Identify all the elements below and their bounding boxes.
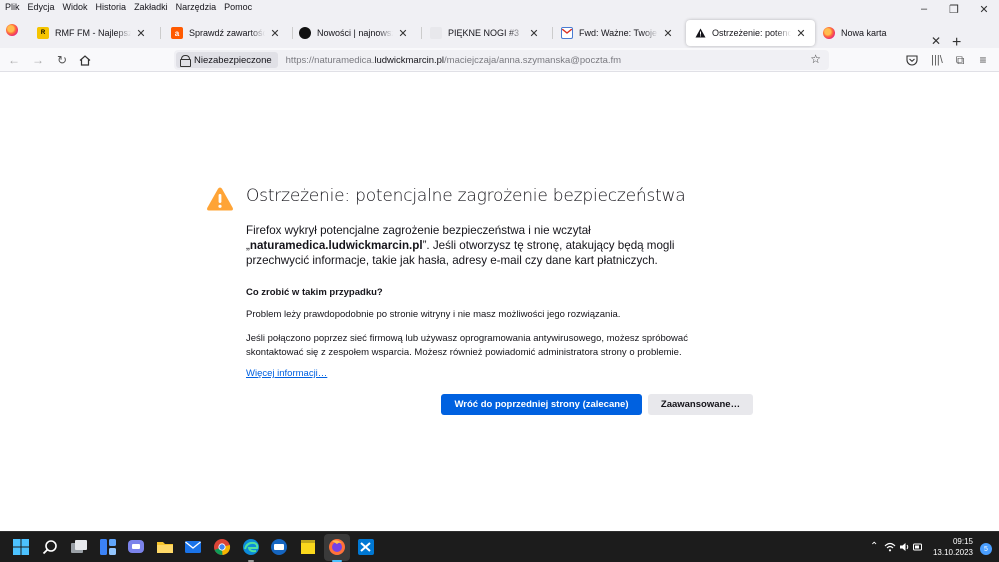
tab-strip: R RMF FM - Najlepsza muzyka ✕ a Sprawdź …: [0, 14, 999, 51]
security-label: Niezabezpieczone: [194, 54, 272, 66]
close-tab-icon[interactable]: ✕: [135, 27, 147, 40]
wifi-icon[interactable]: [884, 542, 896, 552]
chrome-icon[interactable]: [213, 538, 231, 556]
url-bar[interactable]: Niezabezpieczone https://naturamedica.lu…: [174, 50, 829, 70]
notification-badge[interactable]: 5: [980, 543, 992, 555]
forward-arrow-icon[interactable]: →: [29, 51, 47, 69]
clock-date: 13.10.2023: [932, 548, 973, 557]
windows-start-icon[interactable]: [12, 538, 30, 556]
sticky-notes-icon[interactable]: [299, 538, 317, 556]
lock-icon: [180, 55, 191, 67]
widgets-icon[interactable]: [99, 538, 117, 556]
tab-title: Sprawdź zawartość Twojego: [189, 28, 265, 38]
home-icon[interactable]: [76, 51, 94, 69]
tab-allegro[interactable]: a Sprawdź zawartość Twojego ✕: [163, 20, 289, 46]
error-page: Ostrzeżenie: potencjalne zagrożenie bezp…: [0, 73, 999, 531]
terminal-app-icon[interactable]: [357, 538, 375, 556]
tab-title: RMF FM - Najlepsza muzyka: [55, 28, 131, 38]
close-tab-icon[interactable]: ✕: [662, 27, 674, 40]
navigation-bar: ← → ↻ Niezabezpieczone https://naturamed…: [0, 48, 999, 72]
warning-triangle-icon: [207, 187, 233, 211]
tab-title: PIĘKNE NOGI #3: [448, 28, 520, 38]
task-view-icon[interactable]: [70, 538, 88, 556]
search-icon[interactable]: [41, 538, 59, 556]
intro-text: Firefox wykrył potencjalne zagrożenie be…: [246, 224, 591, 237]
menu-help[interactable]: Pomoc: [220, 2, 256, 12]
shop-favicon: [299, 27, 311, 39]
menu-view[interactable]: Widok: [59, 2, 92, 12]
mail-favicon: [561, 27, 573, 39]
intro-paragraph: Firefox wykrył potencjalne zagrożenie be…: [246, 223, 736, 268]
tab-new[interactable]: Nowa karta: [815, 20, 925, 46]
battery-icon[interactable]: [913, 542, 923, 552]
menu-bar: Plik Edycja Widok Historia Zakładki Narz…: [0, 0, 999, 14]
hamburger-menu-icon[interactable]: ≡: [974, 51, 992, 69]
menu-history[interactable]: Historia: [92, 2, 131, 12]
tab-title: Fwd: Ważne: Twoje Zawiadomienie: [579, 28, 658, 38]
page-favicon: [430, 27, 442, 39]
tab-rmf[interactable]: R RMF FM - Najlepsza muzyka ✕: [29, 20, 155, 46]
menu-bookmarks[interactable]: Zakładki: [130, 2, 172, 12]
list-all-tabs-icon[interactable]: ✕: [931, 34, 941, 48]
chevron-up-icon[interactable]: ⌃: [870, 541, 878, 552]
extensions-icon[interactable]: ⧉: [951, 51, 969, 69]
rmf-favicon: R: [37, 27, 49, 39]
learn-more-link[interactable]: Więcej informacji…: [246, 368, 327, 379]
pocket-icon[interactable]: [903, 51, 921, 69]
reload-icon[interactable]: ↻: [53, 51, 71, 69]
close-tab-icon[interactable]: ✕: [397, 27, 409, 40]
close-tab-icon[interactable]: ✕: [269, 27, 281, 40]
tab-title: Ostrzeżenie: potencjalne zagrożenie: [712, 28, 791, 38]
remote-desktop-icon[interactable]: [270, 538, 288, 556]
firefox-view-icon[interactable]: [6, 24, 18, 36]
taskbar: ⌃ 09:15 13.10.2023 5: [0, 531, 999, 562]
allegro-favicon: a: [171, 27, 183, 39]
url-domain: ludwickmarcin.pl: [374, 54, 445, 66]
tab-shop[interactable]: Nowości | najnowsze bielizna ✕: [291, 20, 417, 46]
tab-mail[interactable]: Fwd: Ważne: Twoje Zawiadomienie ✕: [553, 20, 682, 46]
volume-icon[interactable]: [899, 542, 910, 552]
firefox-taskbar-icon[interactable]: [328, 538, 346, 556]
menu-tools[interactable]: Narzędzia: [172, 2, 221, 12]
url-prefix: https://naturamedica.: [285, 54, 375, 66]
edge-icon[interactable]: [242, 538, 260, 556]
what-to-do-heading: Co zrobić w takim przypadku?: [246, 287, 383, 298]
back-arrow-icon[interactable]: ←: [5, 51, 23, 69]
go-back-button[interactable]: Wróć do poprzedniej strony (zalecane): [441, 394, 642, 415]
advice-paragraph: Jeśli połączono poprzez sieć firmową lub…: [246, 333, 688, 358]
menu-edit[interactable]: Edycja: [24, 2, 59, 12]
advanced-button[interactable]: Zaawansowane…: [648, 394, 753, 415]
system-clock[interactable]: 09:15 13.10.2023: [933, 536, 973, 558]
mail-icon[interactable]: [184, 538, 202, 556]
security-indicator[interactable]: Niezabezpieczone: [176, 52, 278, 68]
page-title: Ostrzeżenie: potencjalne zagrożenie bezp…: [246, 186, 686, 206]
menu-file[interactable]: Plik: [0, 2, 24, 12]
tab-title: Nowości | najnowsze bielizna: [317, 28, 393, 38]
tab-title: Nowa karta: [841, 28, 887, 38]
url-path: /maciejczaja/anna.szymanska@poczta.fm: [444, 54, 622, 66]
teams-chat-icon[interactable]: [127, 538, 145, 556]
file-explorer-icon[interactable]: [156, 538, 174, 556]
bookmark-star-icon[interactable]: ☆: [810, 52, 821, 66]
tab-page[interactable]: PIĘKNE NOGI #3 ✕: [422, 20, 548, 46]
close-tab-icon[interactable]: ✕: [795, 27, 807, 40]
blocked-domain: naturamedica.ludwickmarcin.pl: [249, 239, 423, 252]
close-tab-icon[interactable]: ✕: [528, 27, 540, 40]
explanation-paragraph: Problem leży prawdopodobnie po stronie w…: [246, 309, 621, 320]
library-icon[interactable]: |||\: [928, 51, 946, 69]
firefox-icon: [823, 27, 835, 39]
warning-icon: [694, 27, 706, 39]
tab-warning-active[interactable]: Ostrzeżenie: potencjalne zagrożenie ✕: [686, 20, 815, 46]
clock-time: 09:15: [952, 537, 973, 546]
url-text[interactable]: https://naturamedica.ludwickmarcin.pl/ma…: [286, 55, 621, 66]
